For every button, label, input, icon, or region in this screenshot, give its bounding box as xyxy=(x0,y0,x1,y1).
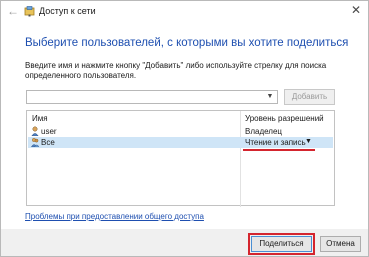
title-bar: ← Доступ к сети ✕ xyxy=(1,1,368,23)
cancel-button[interactable]: Отмена xyxy=(320,236,361,252)
row-everyone-permission: Чтение и запись xyxy=(245,138,306,147)
permission-level-dropdown[interactable]: Чтение и запись ▼ xyxy=(244,137,314,148)
table-row-user[interactable]: user Владелец xyxy=(28,126,333,137)
users-permission-table: Имя Уровень разрешений user Владелец Все… xyxy=(26,110,335,207)
dialog-footer: Поделиться Отмена xyxy=(1,229,368,256)
close-icon[interactable]: ✕ xyxy=(349,3,363,17)
row-user-permission: Владелец xyxy=(245,127,283,136)
sharing-troubleshoot-link[interactable]: Проблемы при предоставлении общего досту… xyxy=(25,212,204,221)
window-title: Доступ к сети xyxy=(39,6,96,16)
column-header-name[interactable]: Имя xyxy=(32,114,48,123)
user-name-combobox[interactable]: ▼ xyxy=(26,90,278,104)
column-header-permission[interactable]: Уровень разрешений xyxy=(245,114,324,123)
chevron-down-icon[interactable]: ▼ xyxy=(265,92,275,102)
add-button[interactable]: Добавить xyxy=(284,89,335,105)
permission-highlight-underline xyxy=(243,149,315,151)
row-everyone-name: Все xyxy=(41,138,55,147)
row-user-name: user xyxy=(41,127,57,136)
caret-down-icon[interactable]: ▼ xyxy=(305,138,312,145)
page-heading: Выберите пользователей, с которыми вы хо… xyxy=(25,37,349,49)
network-sharing-icon xyxy=(24,6,35,17)
instructions-text: Введите имя и нажмите кнопку "Добавить" … xyxy=(25,61,327,80)
share-button[interactable]: Поделиться xyxy=(251,236,312,252)
user-icon xyxy=(31,126,39,136)
group-icon xyxy=(31,138,39,147)
back-arrow-icon[interactable]: ← xyxy=(6,4,20,18)
table-row-everyone[interactable]: Все Чтение и запись ▼ xyxy=(28,137,333,151)
share-dialog-window: ← Доступ к сети ✕ Выберите пользователей… xyxy=(0,0,369,257)
